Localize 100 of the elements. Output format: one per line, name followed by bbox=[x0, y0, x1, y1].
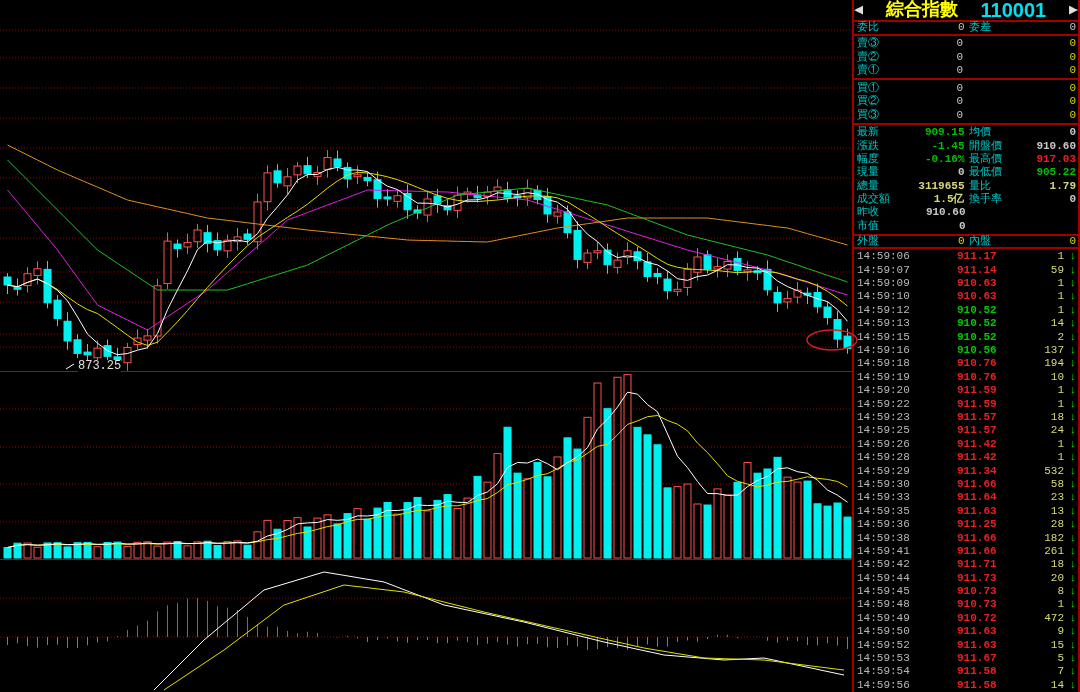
field-label: 內盤 bbox=[968, 236, 991, 248]
down-arrow: ↓ bbox=[1068, 626, 1076, 638]
down-arrow: ↓ bbox=[1068, 478, 1076, 490]
field-label: 委比 bbox=[857, 22, 879, 34]
tick-price: 910.52 bbox=[957, 318, 998, 330]
tick-price: 911.59 bbox=[957, 398, 998, 410]
down-arrow: ↓ bbox=[1068, 586, 1076, 598]
order-level-label: 賣② bbox=[857, 51, 880, 63]
down-arrow: ↓ bbox=[1068, 545, 1076, 557]
tick-volume: 532 bbox=[1043, 465, 1064, 477]
down-arrow: ↓ bbox=[1068, 465, 1076, 477]
tick-volume: 58 bbox=[1049, 478, 1064, 490]
tick-price: 911.57 bbox=[957, 412, 998, 423]
down-arrow: ↓ bbox=[1068, 304, 1076, 316]
order-price: 0 bbox=[955, 109, 963, 121]
tick-volume: 137 bbox=[1043, 345, 1064, 357]
tick-price: 910.63 bbox=[957, 278, 998, 290]
tick-price: 911.71 bbox=[957, 559, 998, 571]
field-value: -1.45 bbox=[931, 140, 965, 152]
tick-time: 14:59:45 bbox=[857, 586, 911, 598]
previous-arrow[interactable]: ◀ bbox=[854, 2, 864, 18]
down-arrow: ↓ bbox=[1068, 679, 1076, 691]
down-arrow: ↓ bbox=[1068, 572, 1076, 584]
field-label: 成交額 bbox=[857, 194, 890, 206]
tick-volume: 5 bbox=[1056, 653, 1064, 664]
order-price: 0 bbox=[955, 38, 963, 50]
down-arrow: ↓ bbox=[1068, 412, 1076, 423]
tick-volume: 1 bbox=[1056, 291, 1064, 303]
down-arrow: ↓ bbox=[1068, 519, 1076, 531]
tick-price: 911.59 bbox=[957, 385, 998, 397]
down-arrow: ↓ bbox=[1068, 345, 1076, 357]
index-code: 110001 bbox=[980, 0, 1047, 20]
field-label: 現量 bbox=[857, 167, 879, 179]
tick-volume: 1 bbox=[1056, 278, 1064, 290]
down-arrow: ↓ bbox=[1068, 318, 1076, 330]
tick-time: 14:59:48 bbox=[857, 599, 911, 611]
tick-time: 14:59:56 bbox=[857, 679, 911, 691]
down-arrow: ↓ bbox=[1068, 251, 1076, 263]
tick-volume: 1 bbox=[1056, 251, 1064, 263]
tick-time: 14:59:19 bbox=[857, 371, 911, 383]
field-label: 總量 bbox=[857, 180, 879, 192]
down-arrow: ↓ bbox=[1068, 653, 1076, 664]
field-label: 委差 bbox=[968, 22, 991, 34]
tick-price: 910.72 bbox=[957, 612, 998, 624]
tick-price: 911.57 bbox=[957, 425, 998, 437]
tick-time: 14:59:18 bbox=[857, 358, 911, 370]
down-arrow: ↓ bbox=[1068, 371, 1076, 383]
tick-volume: 24 bbox=[1049, 425, 1064, 437]
tick-time: 14:59:44 bbox=[857, 572, 911, 584]
tick-time: 14:59:41 bbox=[857, 545, 911, 557]
tick-volume: 14 bbox=[1049, 679, 1064, 691]
tick-volume: 13 bbox=[1049, 505, 1064, 517]
field-value: 910.60 bbox=[925, 207, 966, 219]
field-value: 0 bbox=[1069, 22, 1076, 34]
down-arrow: ↓ bbox=[1068, 639, 1076, 651]
tick-price: 910.52 bbox=[957, 304, 998, 316]
tick-time: 14:59:29 bbox=[857, 465, 911, 477]
field-label: 市值 bbox=[857, 220, 879, 232]
down-arrow: ↓ bbox=[1068, 612, 1076, 624]
tick-volume: 472 bbox=[1043, 612, 1064, 624]
field-label: 換手率 bbox=[968, 194, 1002, 206]
down-arrow: ↓ bbox=[1068, 452, 1076, 464]
down-arrow: ↓ bbox=[1068, 425, 1076, 437]
field-label: 漲跌 bbox=[857, 140, 879, 152]
tick-volume: 1 bbox=[1056, 438, 1064, 450]
tick-price: 911.58 bbox=[957, 679, 998, 691]
field-value: 0 bbox=[957, 22, 965, 34]
tick-time: 14:59:10 bbox=[857, 291, 911, 303]
tick-time: 14:59:15 bbox=[857, 331, 911, 343]
tick-time: 14:59:36 bbox=[857, 519, 911, 531]
tick-price: 911.67 bbox=[957, 653, 998, 664]
down-arrow: ↓ bbox=[1068, 278, 1076, 290]
tick-volume: 8 bbox=[1056, 586, 1064, 598]
tick-price: 911.73 bbox=[957, 572, 998, 584]
order-level-label: 買③ bbox=[857, 109, 880, 121]
tick-price: 910.63 bbox=[957, 291, 998, 303]
order-volume: 0 bbox=[1068, 51, 1076, 63]
order-level-label: 賣③ bbox=[857, 38, 880, 50]
order-volume: 0 bbox=[1068, 38, 1076, 50]
order-level-label: 賣① bbox=[857, 65, 880, 77]
tick-time: 14:59:38 bbox=[857, 532, 911, 544]
field-label: 外盤 bbox=[857, 236, 879, 248]
tick-price: 910.73 bbox=[957, 586, 998, 598]
tick-time: 14:59:13 bbox=[857, 318, 911, 330]
tick-time: 14:59:26 bbox=[857, 438, 911, 450]
tick-volume: 23 bbox=[1049, 492, 1064, 504]
field-label: 最低價 bbox=[968, 167, 1002, 179]
order-price: 0 bbox=[955, 65, 963, 77]
index-title: 綜合指數 bbox=[885, 1, 958, 19]
down-arrow: ↓ bbox=[1068, 532, 1076, 544]
tick-price: 911.63 bbox=[957, 639, 998, 651]
tick-volume: 28 bbox=[1049, 519, 1064, 531]
order-volume: 0 bbox=[1068, 96, 1076, 108]
tick-price: 910.76 bbox=[957, 358, 998, 370]
field-label: 量比 bbox=[968, 180, 991, 192]
tick-volume: 10 bbox=[1049, 371, 1064, 383]
next-arrow[interactable]: ▶ bbox=[1068, 2, 1078, 18]
down-arrow: ↓ bbox=[1068, 505, 1076, 517]
field-label: 開盤價 bbox=[968, 140, 1002, 152]
down-arrow: ↓ bbox=[1068, 492, 1076, 504]
